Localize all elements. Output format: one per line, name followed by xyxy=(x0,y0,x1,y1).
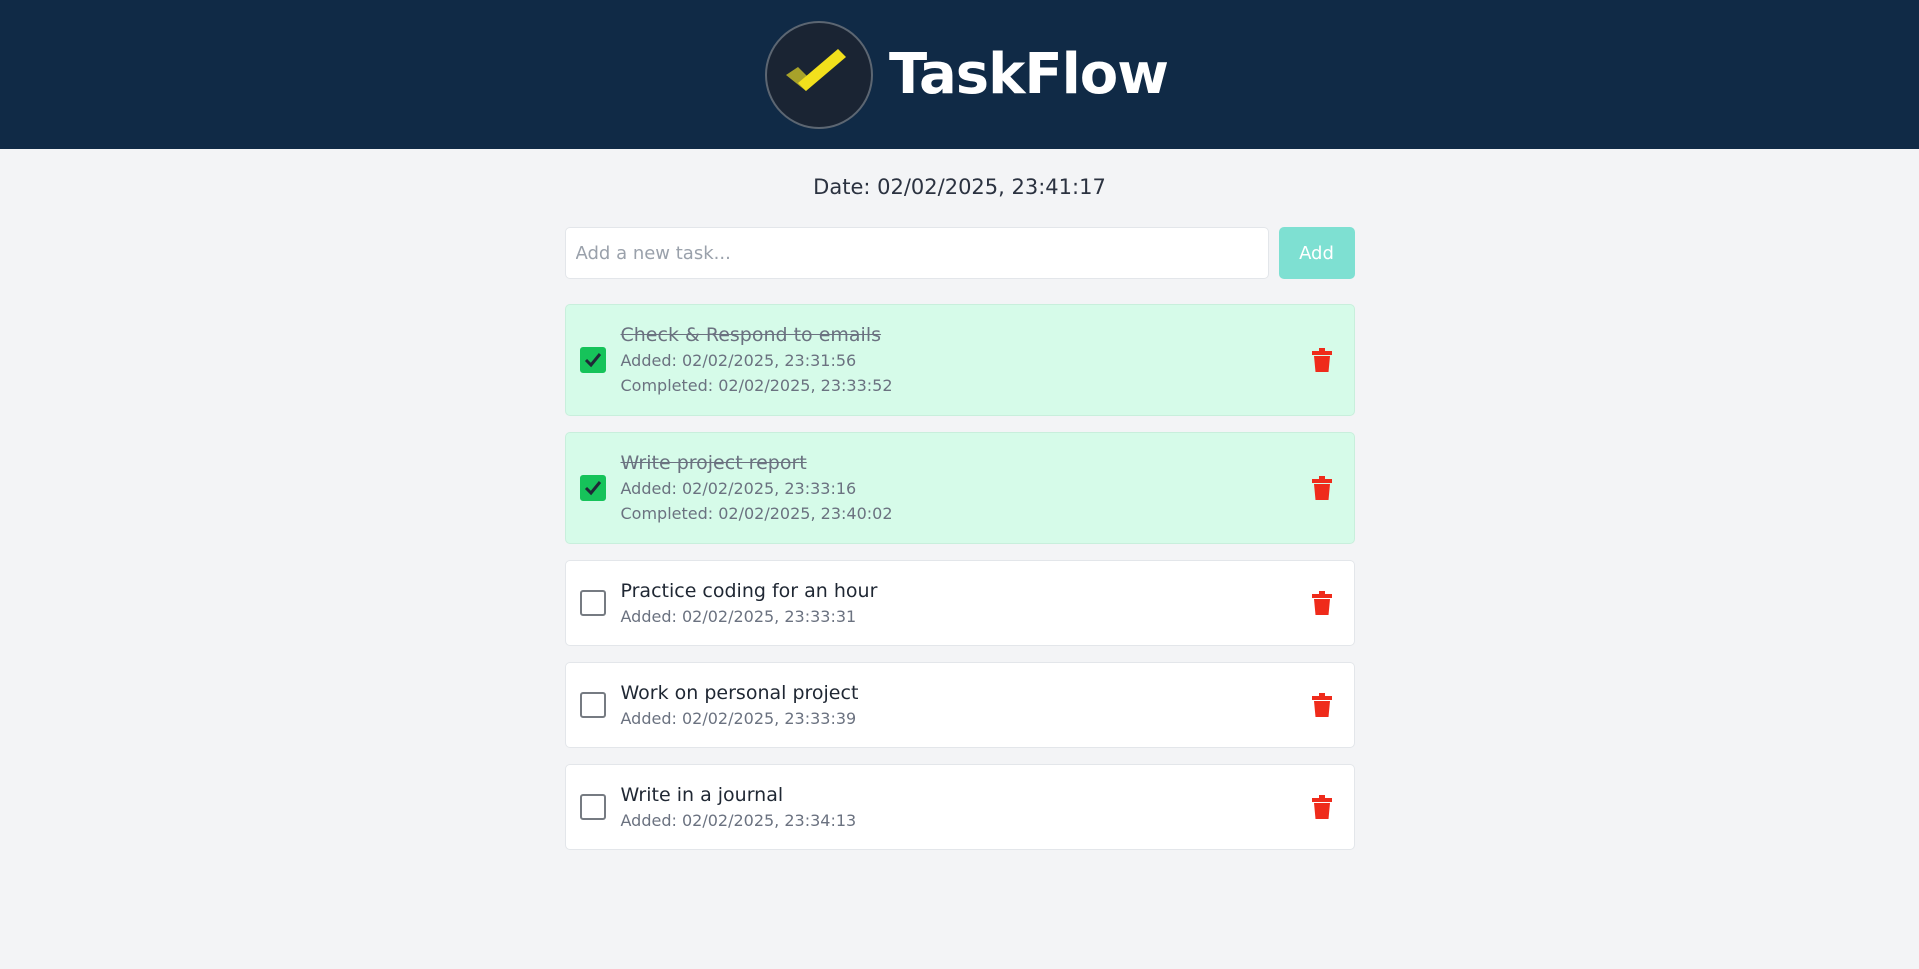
brand: TaskFlow xyxy=(765,20,1169,129)
task-title: Practice coding for an hour xyxy=(620,579,878,602)
delete-task-button[interactable] xyxy=(1308,474,1336,502)
task-body: Work on personal project Added: 02/02/20… xyxy=(621,680,1308,731)
task-completed-time: Completed: 02/02/2025, 23:40:02 xyxy=(620,504,893,523)
task-list: Check & Respond to emails Added: 02/02/2… xyxy=(564,304,1355,850)
trash-icon xyxy=(1311,795,1332,819)
trash-icon xyxy=(1311,693,1332,717)
new-task-input[interactable] xyxy=(564,227,1269,279)
task-item: Check & Respond to emails Added: 02/02/2… xyxy=(564,304,1355,416)
task-checkbox[interactable] xyxy=(579,590,606,616)
checkmark-icon xyxy=(584,353,601,368)
app-title: TaskFlow xyxy=(889,41,1169,107)
task-body: Check & Respond to emails Added: 02/02/2… xyxy=(621,322,1308,398)
add-task-row: Add xyxy=(564,227,1355,279)
delete-task-button[interactable] xyxy=(1308,691,1336,719)
task-item: Write in a journal Added: 02/02/2025, 23… xyxy=(564,764,1355,850)
task-item: Practice coding for an hour Added: 02/02… xyxy=(564,560,1355,646)
task-body: Practice coding for an hour Added: 02/02… xyxy=(621,578,1308,629)
task-item: Work on personal project Added: 02/02/20… xyxy=(564,662,1355,748)
check-logo-icon xyxy=(765,20,873,129)
task-checkbox[interactable] xyxy=(579,692,606,718)
task-completed-time: Completed: 02/02/2025, 23:33:52 xyxy=(620,376,893,395)
task-item: Write project report Added: 02/02/2025, … xyxy=(564,432,1355,544)
task-title: Write project report xyxy=(620,452,807,474)
task-title: Work on personal project xyxy=(620,681,859,704)
delete-task-button[interactable] xyxy=(1308,589,1336,617)
task-added-time: Added: 02/02/2025, 23:33:39 xyxy=(620,708,857,728)
task-title: Check & Respond to emails xyxy=(620,324,882,346)
delete-task-button[interactable] xyxy=(1308,793,1336,821)
task-title: Write in a journal xyxy=(620,783,784,806)
task-added-time: Added: 02/02/2025, 23:34:13 xyxy=(620,810,857,830)
app-header: TaskFlow xyxy=(0,0,1919,149)
task-added-time: Added: 02/02/2025, 23:31:56 xyxy=(620,351,857,370)
current-date: Date: 02/02/2025, 23:41:17 xyxy=(813,175,1106,199)
task-body: Write project report Added: 02/02/2025, … xyxy=(621,450,1308,526)
task-added-time: Added: 02/02/2025, 23:33:31 xyxy=(620,606,857,626)
add-task-button[interactable]: Add xyxy=(1278,227,1355,279)
task-checkbox[interactable] xyxy=(579,347,606,373)
delete-task-button[interactable] xyxy=(1308,346,1336,374)
trash-icon xyxy=(1311,476,1332,500)
checkmark-icon xyxy=(584,481,601,496)
task-added-time: Added: 02/02/2025, 23:33:16 xyxy=(620,479,857,498)
task-body: Write in a journal Added: 02/02/2025, 23… xyxy=(621,782,1308,833)
main-content: Date: 02/02/2025, 23:41:17 Add Check & R… xyxy=(564,172,1355,850)
trash-icon xyxy=(1311,591,1332,615)
task-checkbox[interactable] xyxy=(579,475,606,501)
task-checkbox[interactable] xyxy=(579,794,606,820)
trash-icon xyxy=(1311,348,1332,372)
